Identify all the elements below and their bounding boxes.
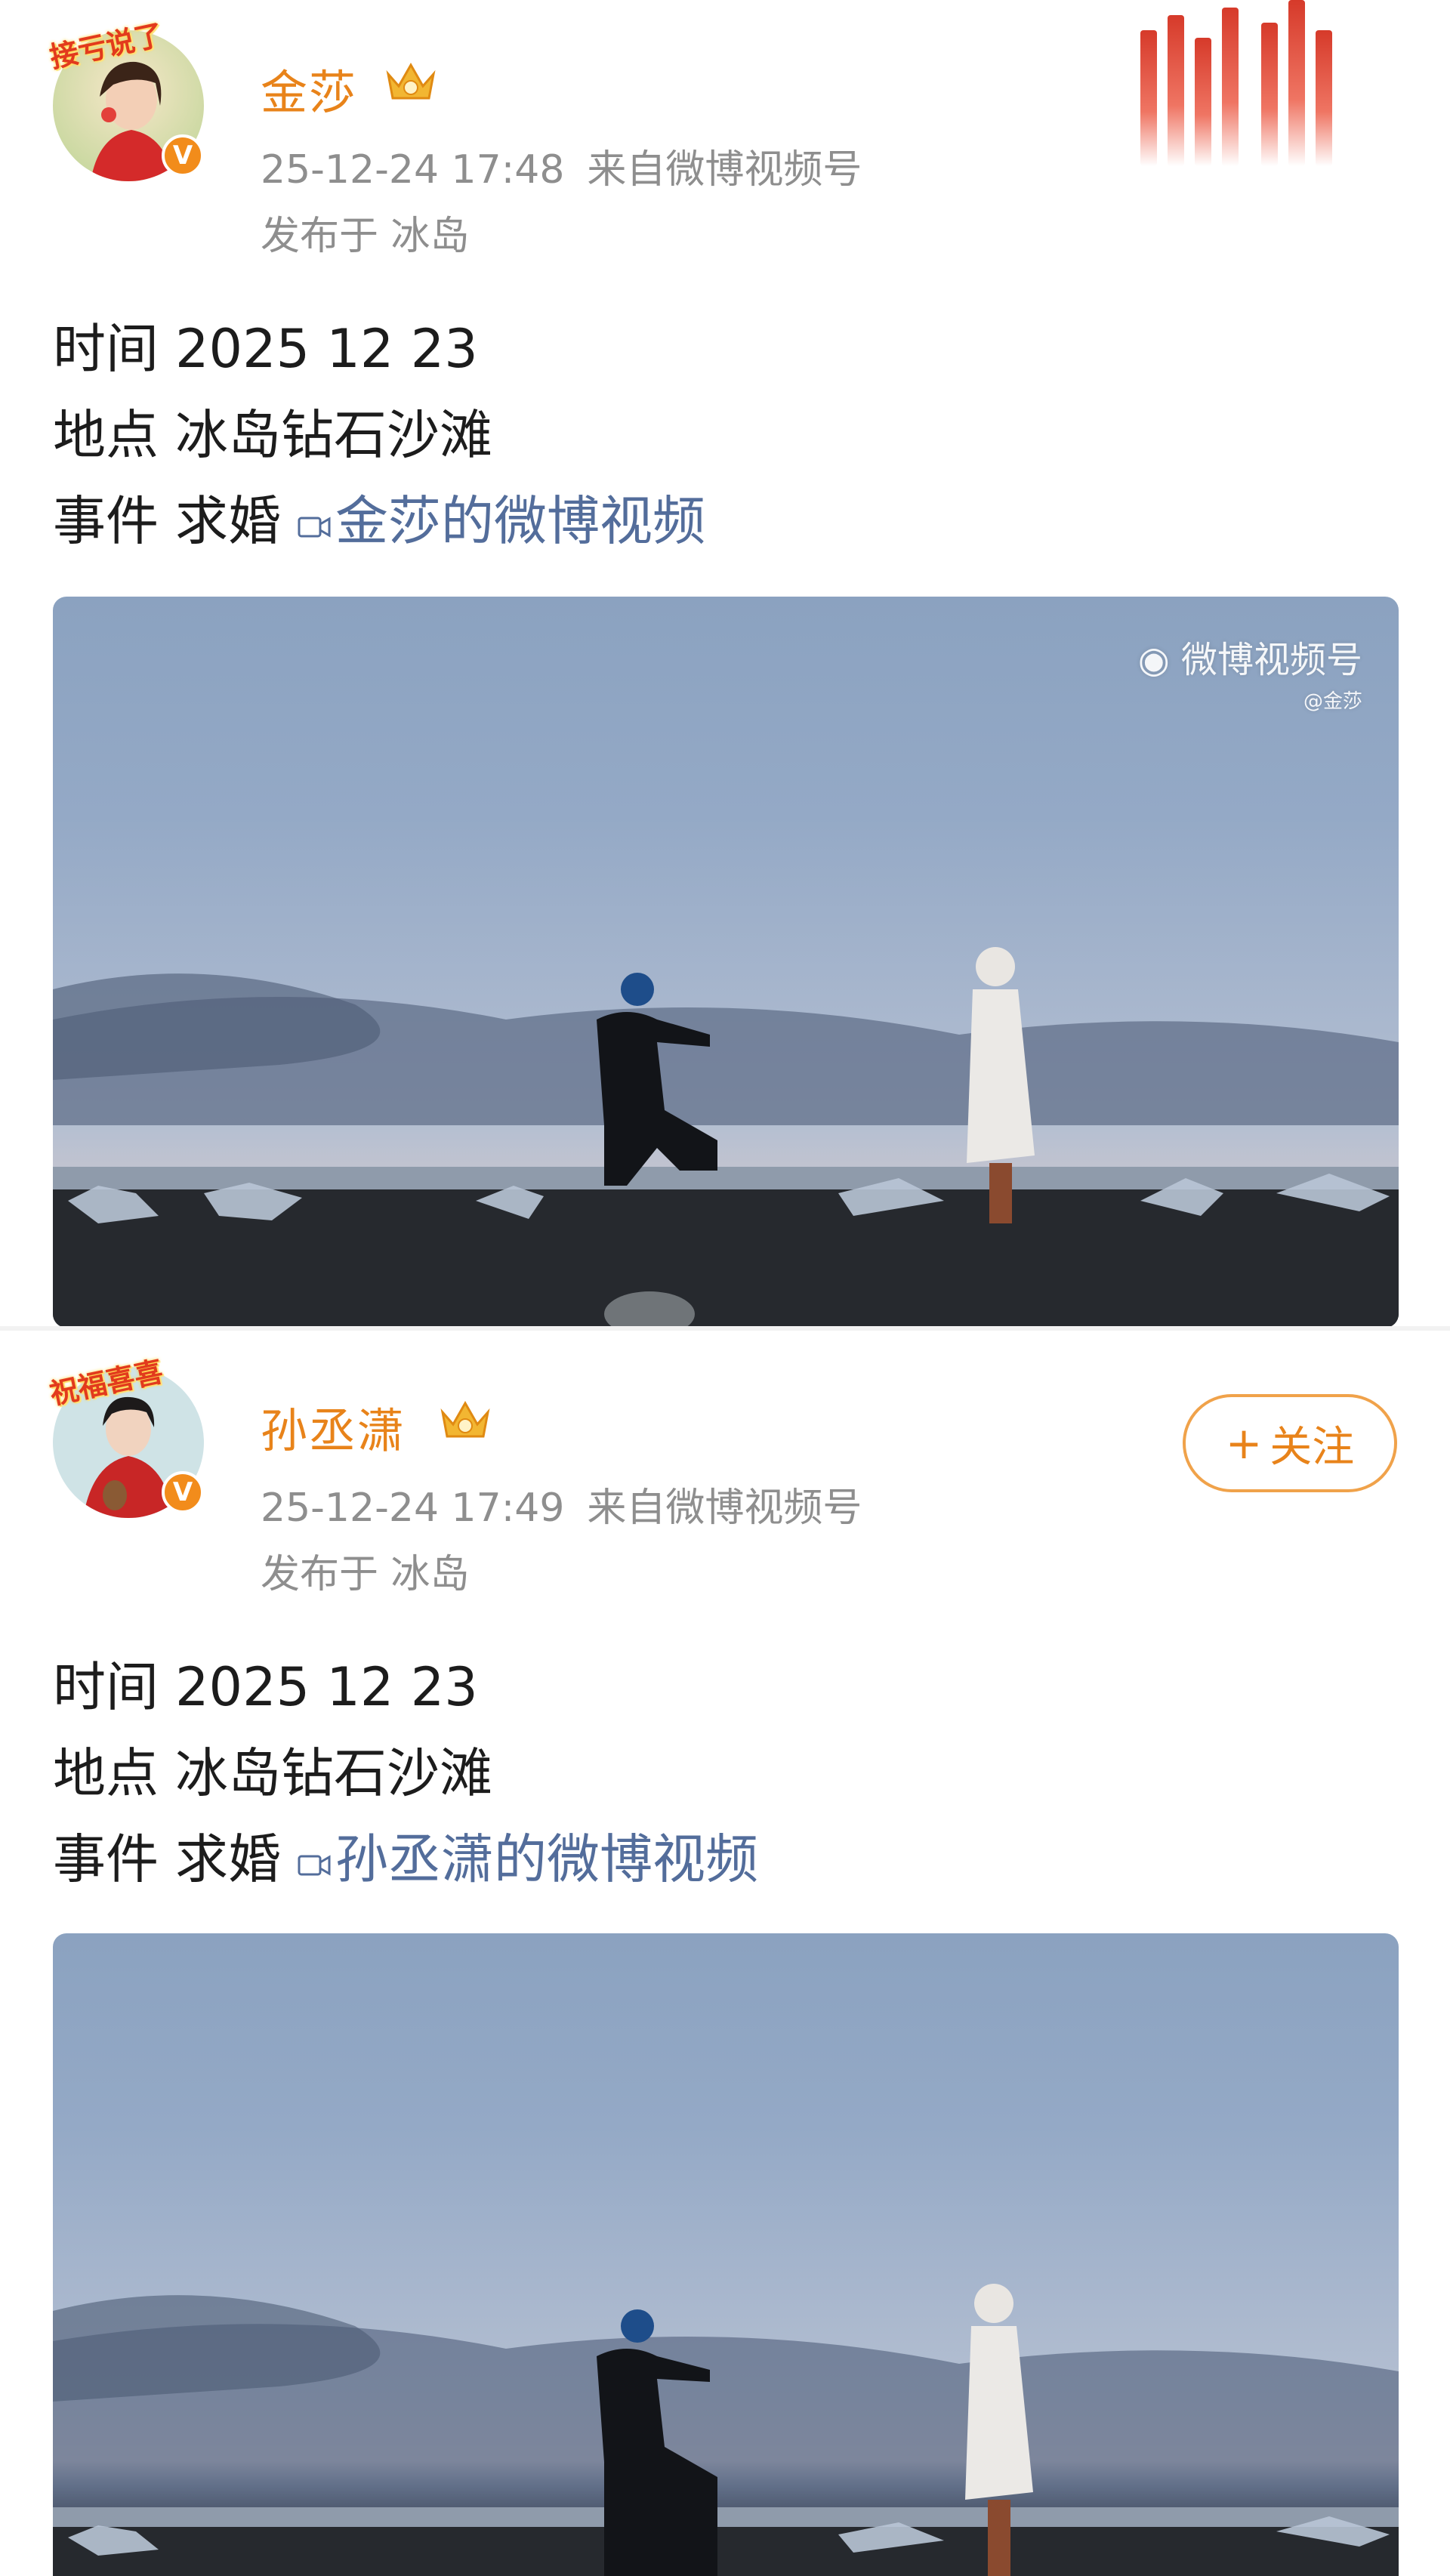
timestamp: 25-12-24 17:48 bbox=[261, 147, 565, 193]
crown-icon bbox=[440, 1400, 490, 1438]
avatar[interactable]: 祝福喜喜 V bbox=[47, 1355, 204, 1518]
plus-icon: + bbox=[1225, 1418, 1263, 1469]
line-value: 冰岛钻石沙滩 bbox=[175, 404, 492, 466]
line-label: 时间 bbox=[53, 1656, 159, 1718]
crown-icon bbox=[386, 62, 436, 100]
video-link-text: 孙丞潇的微博视频 bbox=[335, 1828, 758, 1890]
post-line-event: 事件 求婚 金莎的微博视频 bbox=[53, 479, 705, 555]
post-meta: 25-12-24 17:48 来自微博视频号 bbox=[261, 137, 862, 194]
weibo-logo-icon: ◉ bbox=[1137, 639, 1170, 681]
video-link[interactable]: 孙丞潇的微博视频 bbox=[298, 1828, 758, 1890]
video-thumbnail[interactable]: ◉ 微博视频号 @金莎 bbox=[53, 597, 1399, 1328]
video-thumbnail[interactable] bbox=[53, 1933, 1399, 2576]
username[interactable]: 孙丞潇 bbox=[261, 1393, 406, 1461]
line-value: 求婚 bbox=[175, 490, 281, 552]
line-label: 时间 bbox=[53, 318, 159, 380]
line-label: 事件 bbox=[53, 490, 159, 552]
weibo-watermark: ◉ 微博视频号 @金莎 bbox=[1138, 630, 1362, 714]
post-line-time: 时间 2025 12 23 bbox=[53, 307, 478, 383]
line-label: 事件 bbox=[53, 1828, 159, 1890]
watermark-handle: @金莎 bbox=[1303, 690, 1362, 713]
post-line-event: 事件 求婚 孙丞潇的微博视频 bbox=[53, 1817, 758, 1893]
video-camera-icon bbox=[298, 517, 331, 538]
line-label: 地点 bbox=[53, 1742, 159, 1804]
post-line-time: 时间 2025 12 23 bbox=[53, 1645, 478, 1721]
post-line-location: 地点 冰岛钻石沙滩 bbox=[53, 1731, 492, 1807]
verified-badge-icon: V bbox=[162, 1471, 204, 1513]
video-camera-icon bbox=[298, 1855, 331, 1876]
line-label: 地点 bbox=[53, 404, 159, 466]
verified-badge-icon: V bbox=[162, 134, 204, 177]
post-location: 发布于 冰岛 bbox=[261, 214, 470, 259]
post-source[interactable]: 来自微博视频号 bbox=[587, 147, 862, 193]
follow-button[interactable]: + 关注 bbox=[1183, 1394, 1397, 1492]
timestamp: 25-12-24 17:49 bbox=[261, 1485, 565, 1531]
video-link-text: 金莎的微博视频 bbox=[335, 490, 705, 552]
post-line-location: 地点 冰岛钻石沙滩 bbox=[53, 393, 492, 469]
post-source[interactable]: 来自微博视频号 bbox=[587, 1485, 862, 1531]
video-link[interactable]: 金莎的微博视频 bbox=[298, 490, 705, 552]
watermark-title: 微博视频号 bbox=[1180, 639, 1362, 681]
line-value: 2025 12 23 bbox=[175, 318, 478, 380]
post-location: 发布于 冰岛 bbox=[261, 1552, 470, 1597]
username[interactable]: 金莎 bbox=[261, 54, 357, 122]
weibo-post: 祝福喜喜 V 孙丞潇 + 关注 25-12-24 17:49 来自微博视频号 发布于… bbox=[0, 1328, 1450, 2576]
avatar[interactable]: 接亏说了 V bbox=[47, 18, 204, 181]
follow-label: 关注 bbox=[1270, 1422, 1355, 1472]
festive-decoration bbox=[1140, 0, 1367, 181]
weibo-post: 接亏说了 V 金莎 25-12-24 17:48 来自微博视频号 发布于 冰岛 时… bbox=[0, 0, 1450, 1328]
line-value: 2025 12 23 bbox=[175, 1656, 478, 1718]
line-value: 求婚 bbox=[175, 1828, 281, 1890]
line-value: 冰岛钻石沙滩 bbox=[175, 1742, 492, 1804]
post-meta: 25-12-24 17:49 来自微博视频号 bbox=[261, 1476, 862, 1532]
